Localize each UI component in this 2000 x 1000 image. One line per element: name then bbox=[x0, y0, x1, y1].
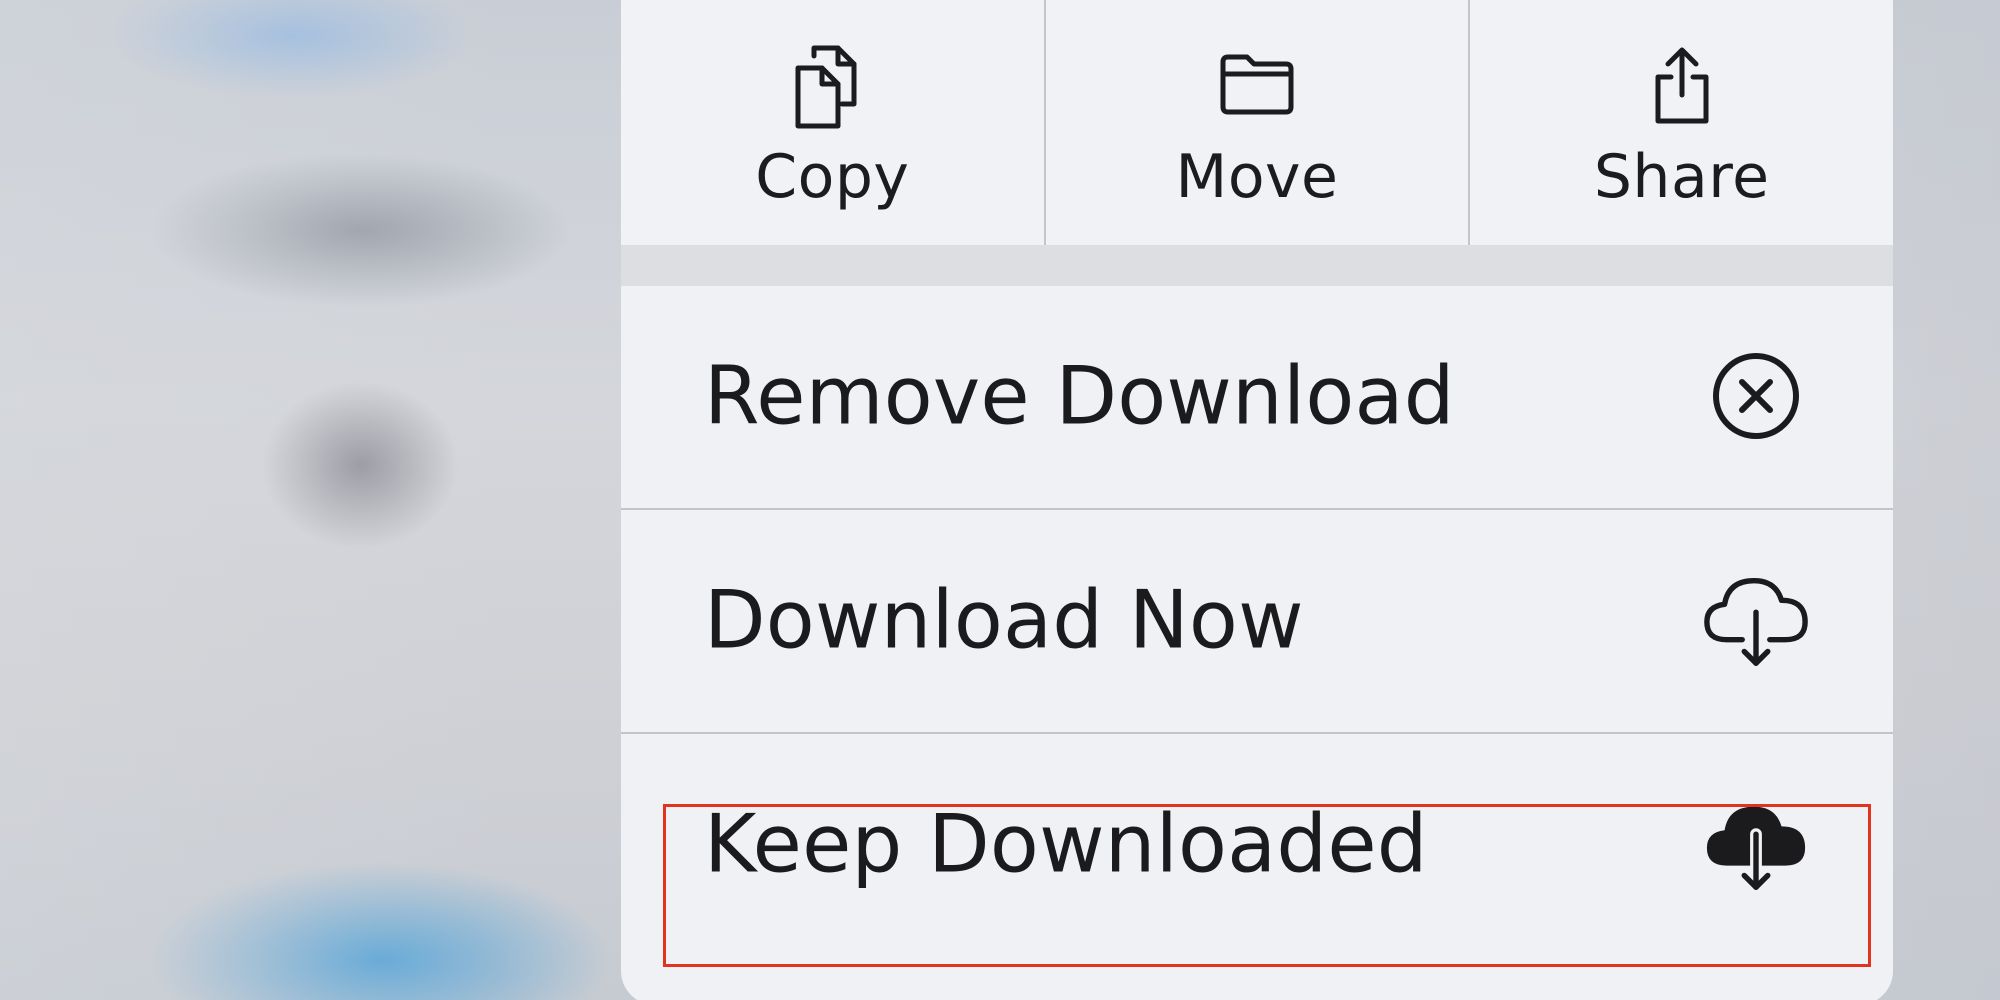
action-row: Copy Move Share bbox=[621, 0, 1893, 245]
download-now-label: Download Now bbox=[704, 573, 1304, 667]
remove-download-label: Remove Download bbox=[704, 349, 1455, 443]
cloud-download-outline-icon bbox=[1701, 565, 1811, 675]
folder-icon bbox=[1212, 40, 1302, 130]
keep-downloaded-label: Keep Downloaded bbox=[704, 797, 1428, 891]
remove-download-item[interactable]: Remove Download bbox=[621, 286, 1893, 506]
copy-icon bbox=[787, 40, 877, 130]
copy-button[interactable]: Copy bbox=[621, 0, 1044, 245]
share-label: Share bbox=[1593, 142, 1770, 212]
keep-downloaded-item[interactable]: Keep Downloaded bbox=[621, 734, 1893, 954]
remove-circle-icon bbox=[1701, 341, 1811, 451]
move-label: Move bbox=[1175, 142, 1339, 212]
copy-label: Copy bbox=[755, 142, 910, 212]
share-button[interactable]: Share bbox=[1468, 0, 1893, 245]
download-now-item[interactable]: Download Now bbox=[621, 510, 1893, 730]
move-button[interactable]: Move bbox=[1043, 0, 1469, 245]
section-gap bbox=[621, 245, 1893, 286]
cloud-download-filled-icon bbox=[1701, 789, 1811, 899]
share-icon bbox=[1637, 40, 1727, 130]
context-menu: Copy Move Share Remove Download Download… bbox=[621, 0, 1893, 1000]
